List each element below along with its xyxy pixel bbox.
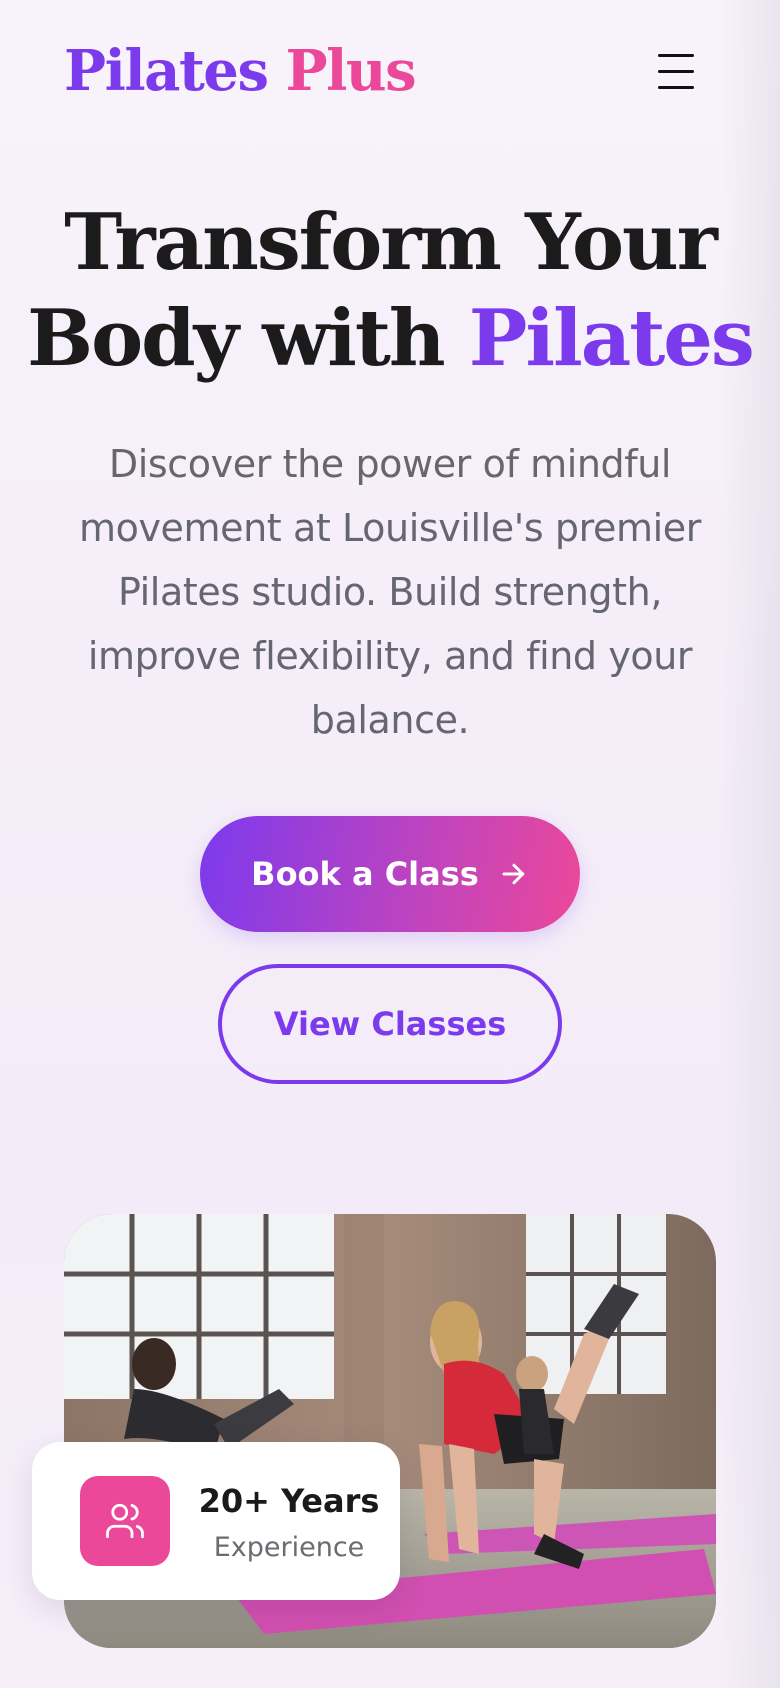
book-class-label: Book a Class: [251, 855, 479, 893]
brand-name-part1: Pilates: [64, 38, 269, 104]
view-classes-button[interactable]: View Classes: [218, 964, 562, 1084]
hero-title-line1: Transform Your: [64, 197, 718, 288]
brand-name-part2: Plus: [285, 38, 416, 104]
users-icon: [80, 1476, 170, 1566]
hero-title-line2-prefix: Body with: [27, 293, 469, 384]
experience-title: 20+ Years: [198, 1482, 380, 1520]
arrow-right-icon: [502, 863, 525, 885]
experience-card: 20+ Years Experience: [32, 1442, 400, 1600]
hero-title-accent: Pilates: [468, 293, 755, 384]
hero-description: Discover the power of mindful movement a…: [79, 442, 701, 742]
hero-title: Transform Your Body with Pilates: [0, 195, 780, 387]
experience-subtitle: Experience: [213, 1532, 365, 1563]
hamburger-menu-icon[interactable]: [652, 50, 700, 94]
brand-logo[interactable]: Pilates Plus: [64, 38, 417, 104]
view-classes-label: View Classes: [273, 1005, 507, 1043]
book-class-button[interactable]: Book a Class: [200, 816, 580, 932]
